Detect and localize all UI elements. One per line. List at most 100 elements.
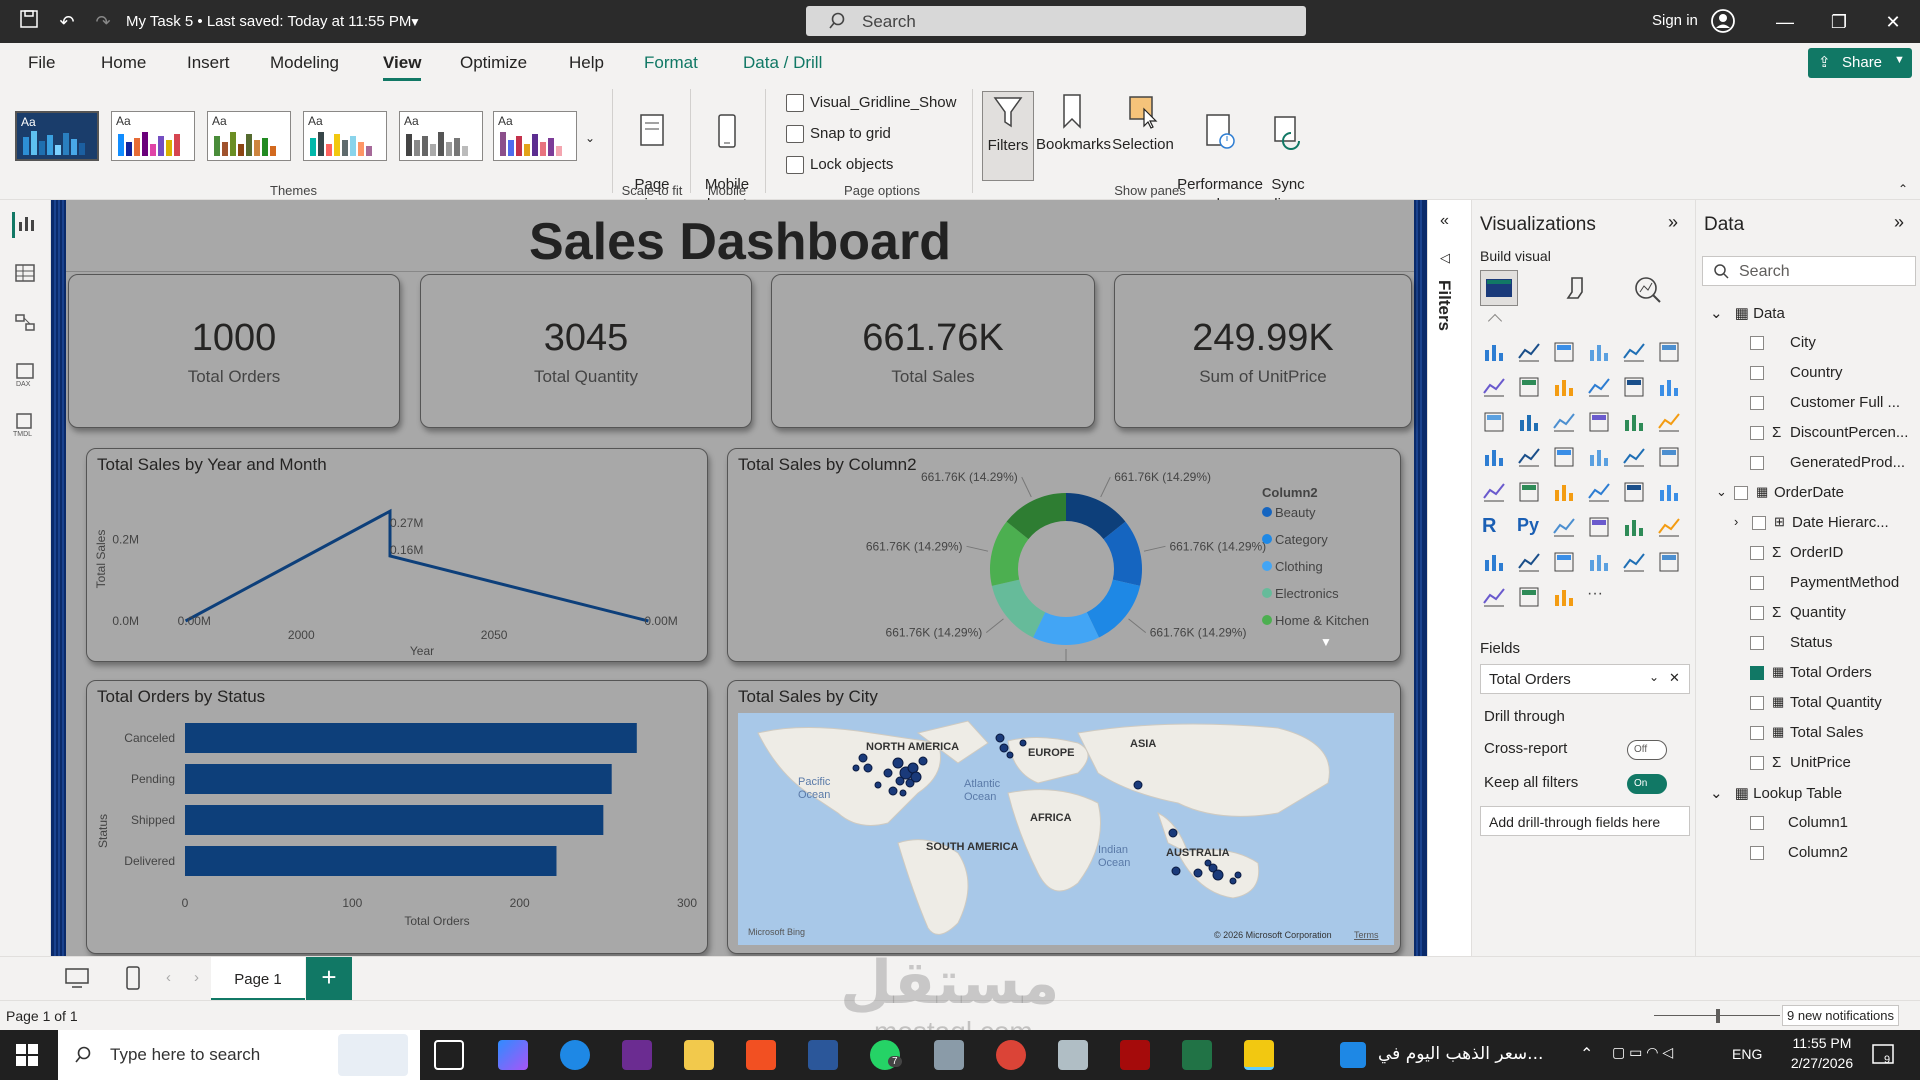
visual-type-icon[interactable] [1657, 375, 1681, 399]
kpi-card-total-quantity[interactable]: 3045 Total Quantity [420, 274, 752, 428]
tray-icons[interactable]: ▢ ▭ ◠ ◁ [1612, 1044, 1673, 1061]
zoom-thumb[interactable] [1716, 1009, 1720, 1023]
power-bi-icon[interactable] [1244, 1040, 1274, 1070]
kpi-card-total-sales[interactable]: 661.76K Total Sales [771, 274, 1095, 428]
visual-type-icon[interactable]: Py [1517, 515, 1541, 539]
visual-type-icon[interactable] [1622, 515, 1646, 539]
visual-type-icon[interactable] [1517, 410, 1541, 434]
legend-item[interactable]: Clothing [1262, 559, 1369, 586]
donut-slice[interactable] [1086, 579, 1141, 638]
task-view-icon[interactable] [434, 1040, 464, 1070]
tmdl-view-icon[interactable]: TMDL [12, 412, 38, 438]
remove-field-icon[interactable]: ✕ [1669, 670, 1680, 686]
theme-swatch[interactable]: Aa [111, 111, 195, 161]
edge-icon[interactable] [560, 1040, 590, 1070]
visual-type-icon[interactable] [1622, 340, 1646, 364]
table-view-icon[interactable] [12, 262, 38, 288]
prev-page-icon[interactable]: ‹ [166, 969, 171, 986]
drill-through-drop-zone[interactable]: Add drill-through fields here [1480, 806, 1690, 836]
collapse-ribbon-icon[interactable]: ⌃ [1898, 179, 1908, 199]
window-title[interactable]: My Task 5 • Last saved: Today at 11:55 P… [126, 13, 411, 30]
visual-type-icon[interactable] [1552, 445, 1576, 469]
menu-insert[interactable]: Insert [187, 53, 230, 73]
field-checkbox[interactable] [1750, 666, 1764, 680]
theme-swatch[interactable]: Aa [15, 111, 99, 161]
field-checkbox[interactable] [1750, 606, 1764, 620]
app-icon[interactable] [934, 1040, 964, 1070]
visual-type-icon[interactable] [1552, 550, 1576, 574]
menu-file[interactable]: File [28, 53, 55, 73]
table-lookup[interactable]: ⌄ ▦ Lookup Table [1710, 784, 1842, 802]
visual-type-icon[interactable] [1552, 375, 1576, 399]
field-checkbox[interactable] [1752, 516, 1766, 530]
report-view-icon[interactable] [12, 212, 38, 238]
donut-slice[interactable] [1033, 612, 1099, 645]
visual-type-icon[interactable] [1517, 585, 1541, 609]
visual-type-icon[interactable] [1657, 445, 1681, 469]
line-chart-visual[interactable]: Total Sales by Year and Month Total Sale… [86, 448, 708, 662]
table-data[interactable]: ⌄ ▦ Data [1710, 304, 1785, 322]
bar-chart-visual[interactable]: Total Orders by Status Status Canceled Pen… [86, 680, 708, 954]
field-checkbox[interactable] [1750, 336, 1764, 350]
word-icon[interactable] [808, 1040, 838, 1070]
visual-type-icon[interactable] [1517, 340, 1541, 364]
map-terms-link[interactable]: Terms [1354, 930, 1379, 940]
dax-query-view-icon[interactable]: DAX [12, 362, 38, 388]
legend-item[interactable]: Electronics [1262, 586, 1369, 613]
visual-type-icon[interactable]: R [1482, 515, 1506, 539]
field-checkbox[interactable] [1750, 726, 1764, 740]
visual-type-icon[interactable] [1657, 550, 1681, 574]
search-input[interactable]: Search [806, 6, 1306, 36]
visual-type-icon[interactable] [1552, 480, 1576, 504]
add-page-button[interactable]: + [306, 957, 352, 1001]
visual-type-icon[interactable] [1622, 480, 1646, 504]
donut-slice[interactable] [991, 579, 1046, 638]
format-visual-tab[interactable] [1562, 274, 1592, 308]
copilot-icon[interactable] [498, 1040, 528, 1070]
menu-modeling[interactable]: Modeling [270, 53, 339, 73]
windows-start-icon[interactable] [16, 1044, 38, 1070]
field-checkbox[interactable] [1750, 426, 1764, 440]
page-tab[interactable]: Page 1 [211, 957, 305, 1001]
menu-home[interactable]: Home [101, 53, 146, 73]
visual-type-icon[interactable] [1587, 340, 1611, 364]
bookmarks-pane-button[interactable]: Bookmarks [1036, 93, 1111, 155]
menu-optimize[interactable]: Optimize [460, 53, 527, 73]
bar[interactable] [185, 723, 637, 753]
field-item[interactable]: Column2 [1750, 844, 1848, 861]
filters-pane-button[interactable]: Filters [982, 91, 1034, 181]
bar[interactable] [185, 846, 557, 876]
menu-view[interactable]: View [383, 53, 422, 81]
visual-type-icon[interactable] [1622, 550, 1646, 574]
visual-type-icon[interactable] [1517, 550, 1541, 574]
gridline-checkbox[interactable]: Visual_Gridline_Show [786, 94, 956, 113]
visual-type-icon[interactable] [1552, 410, 1576, 434]
chrome-icon[interactable] [996, 1040, 1026, 1070]
visual-type-icon[interactable] [1552, 585, 1576, 609]
filters-pane-collapsed[interactable]: « ◁ Filters [1427, 200, 1471, 1000]
visual-type-icon[interactable] [1517, 480, 1541, 504]
theme-swatch[interactable]: Aa [493, 111, 577, 161]
field-checkbox[interactable] [1750, 396, 1764, 410]
visual-type-icon[interactable] [1657, 410, 1681, 434]
donut-chart-visual[interactable]: Total Sales by Column2 661.76K (14.29%) 6… [727, 448, 1401, 662]
cross-report-toggle[interactable]: Off [1627, 740, 1667, 760]
visual-type-icon[interactable]: ··· [1587, 585, 1611, 609]
clock-time[interactable]: 11:55 PM [1782, 1035, 1862, 1051]
legend-item[interactable]: Home & Kitchen [1262, 613, 1369, 640]
field-checkbox[interactable] [1750, 456, 1764, 470]
map-visual[interactable]: Total Sales by City NORTH AMERICA EUROPE… [727, 680, 1401, 954]
menu-format[interactable]: Format [644, 53, 698, 73]
field-well[interactable]: Total Orders ⌄ ✕ [1480, 664, 1690, 694]
field-checkbox[interactable] [1750, 636, 1764, 650]
build-visual-tab[interactable] [1480, 270, 1518, 306]
visual-type-icon[interactable] [1587, 445, 1611, 469]
field-checkbox[interactable] [1750, 576, 1764, 590]
bar[interactable] [185, 805, 604, 835]
app-icon[interactable] [622, 1040, 652, 1070]
news-headline[interactable]: سعر الذهب اليوم في... [1378, 1044, 1543, 1064]
keep-filters-toggle[interactable]: On [1627, 774, 1667, 794]
maximize-icon[interactable]: ❐ [1826, 9, 1852, 35]
title-dropdown-icon[interactable]: ▼ [402, 9, 428, 35]
redo-icon[interactable]: ↷ [90, 9, 116, 35]
